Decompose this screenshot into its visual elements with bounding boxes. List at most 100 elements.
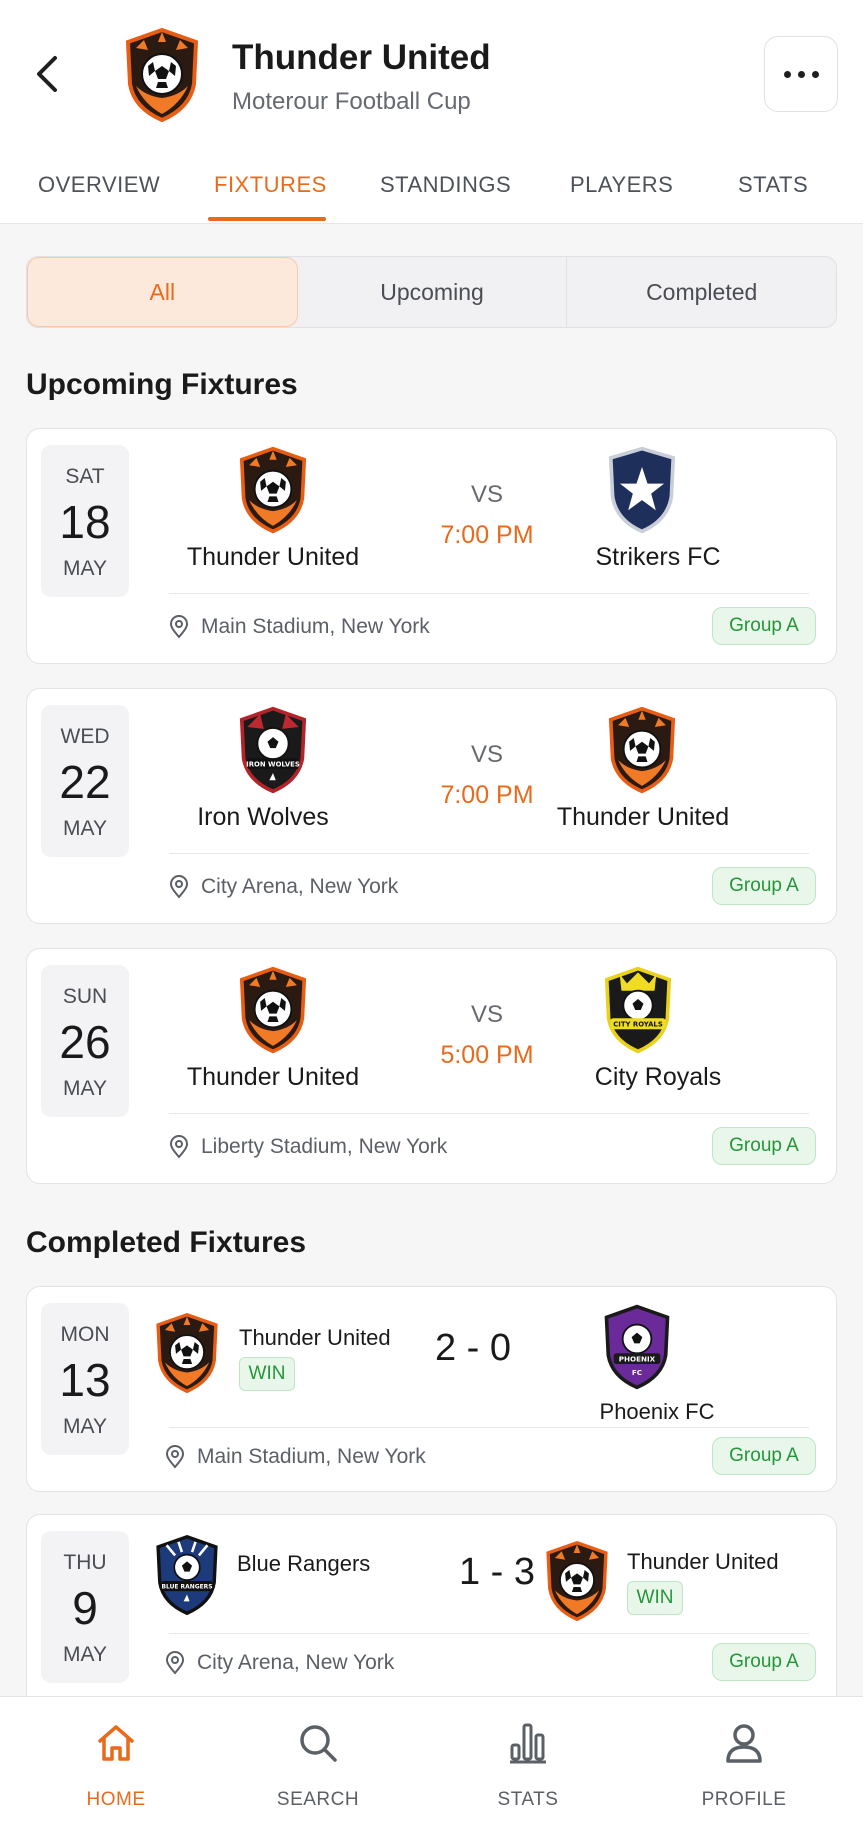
group-badge: Group A: [712, 1643, 816, 1681]
fixture-weekday: THU: [63, 1551, 107, 1574]
away-team-name: Thunder United: [556, 803, 730, 831]
blue-rangers-crest: BLUE RANGERS: [156, 1534, 218, 1616]
home-team-name: Iron Wolves: [197, 803, 329, 831]
venue: Main Stadium, New York: [165, 1445, 426, 1469]
home-team-name: Thunder United: [186, 543, 360, 571]
vs-label: VS: [470, 481, 503, 508]
fixture-weekday: WED: [60, 725, 110, 748]
venue-name: Main Stadium, New York: [201, 615, 430, 638]
team-crest-logo: [122, 26, 202, 124]
fixture-day: 26: [59, 1016, 111, 1068]
fixture-day: 9: [72, 1582, 98, 1634]
chevron-left-icon: [37, 56, 57, 92]
venue-name: Main Stadium, New York: [197, 1445, 426, 1468]
home-team-name: Blue Rangers: [237, 1551, 371, 1576]
fixture-day: 13: [59, 1354, 111, 1406]
back-button[interactable]: [26, 50, 66, 98]
fixture-month: MAY: [63, 817, 107, 840]
win-badge: WIN: [627, 1581, 683, 1615]
filter-completed-button[interactable]: Completed: [567, 257, 836, 327]
iron-wolves-crest: IRON WOLVES: [239, 706, 307, 794]
strikers-fc-crest: [608, 446, 676, 534]
result-card[interactable]: MON 13 MAY Thunder United WIN 2 - 0 PHOE…: [26, 1286, 837, 1492]
page-title: Thunder United: [232, 38, 491, 77]
card-divider: [169, 1427, 809, 1428]
upcoming-section-title: Upcoming Fixtures: [26, 368, 298, 401]
venue-name: City Arena, New York: [201, 875, 399, 898]
group-badge: Group A: [712, 607, 816, 645]
fixture-date: SUN 26 MAY: [41, 965, 129, 1117]
tab-overview[interactable]: OVERVIEW: [38, 172, 160, 198]
phoenix-crest-text: PHOENIX: [619, 1354, 656, 1363]
tab-bar: OVERVIEW FIXTURES STANDINGS PLAYERS STAT…: [0, 160, 863, 224]
fixture-card[interactable]: SAT 18 MAY Thunder United VS 7:00 PM Str…: [26, 428, 837, 664]
iron-wolves-crest-text: IRON WOLVES: [246, 761, 300, 769]
fixture-month: MAY: [63, 1077, 107, 1100]
location-pin-icon: [169, 615, 189, 639]
fixture-date: WED 22 MAY: [41, 705, 129, 857]
thunder-united-crest: [605, 705, 679, 795]
profile-icon: [726, 1724, 762, 1763]
fixture-weekday: SUN: [62, 985, 108, 1008]
card-divider: [169, 1113, 809, 1114]
fixture-card[interactable]: WED 22 MAY IRON WOLVES Iron Wolves VS 7:…: [26, 688, 837, 924]
thunder-united-crest: [236, 445, 310, 535]
fixture-card[interactable]: SUN 26 MAY Thunder United VS 5:00 PM CIT…: [26, 948, 837, 1184]
card-divider: [169, 593, 809, 594]
home-icon: [98, 1725, 134, 1761]
tab-fixtures[interactable]: FIXTURES: [214, 172, 327, 198]
tab-standings[interactable]: STANDINGS: [380, 172, 511, 198]
kickoff-time: 7:00 PM: [440, 521, 534, 549]
fixture-day: 22: [59, 756, 111, 808]
active-tab-indicator: [208, 217, 326, 221]
fixture-month: MAY: [63, 1415, 107, 1438]
away-team-name: Thunder United: [627, 1549, 779, 1574]
phoenix-fc-crest-text: FC: [632, 1368, 642, 1377]
location-pin-icon: [165, 1445, 185, 1469]
nav-stats-label: STATS: [497, 1789, 559, 1810]
bottom-navigation: HOME SEARCH STATS PROFILE: [0, 1696, 863, 1822]
card-divider: [169, 853, 809, 854]
nav-profile[interactable]: PROFILE: [654, 1697, 834, 1822]
thunder-united-crest: [543, 1539, 611, 1623]
venue: City Arena, New York: [165, 1651, 394, 1675]
fixture-day: 18: [59, 496, 111, 548]
city-royals-crest-text: CITY ROYALS: [613, 1021, 663, 1029]
home-team-name: Thunder United: [239, 1325, 391, 1350]
app-header: Thunder United Moterour Football Cup OVE…: [0, 0, 863, 224]
city-royals-crest: CITY ROYALS: [604, 966, 672, 1054]
fixture-date: THU 9 MAY: [41, 1531, 129, 1683]
phoenix-fc-crest: PHOENIX FC: [604, 1304, 670, 1390]
venue-name: Liberty Stadium, New York: [201, 1135, 448, 1158]
nav-stats[interactable]: STATS: [438, 1697, 618, 1822]
final-score: 2 - 0: [434, 1327, 512, 1369]
stats-icon: [510, 1723, 546, 1764]
thunder-united-crest: [236, 965, 310, 1055]
filter-upcoming-button[interactable]: Upcoming: [298, 257, 568, 327]
win-badge: WIN: [239, 1357, 295, 1391]
card-divider: [169, 1633, 809, 1634]
more-options-button[interactable]: [764, 36, 838, 112]
away-team-name: City Royals: [594, 1063, 722, 1091]
thunder-united-crest: [153, 1311, 221, 1395]
location-pin-icon: [169, 875, 189, 899]
location-pin-icon: [169, 1135, 189, 1159]
venue-name: City Arena, New York: [197, 1651, 395, 1674]
fixture-weekday: MON: [60, 1323, 110, 1346]
venue: Main Stadium, New York: [169, 615, 430, 639]
fixture-filter: All Upcoming Completed: [26, 256, 837, 328]
fixture-month: MAY: [63, 1643, 107, 1666]
nav-profile-label: PROFILE: [701, 1789, 787, 1810]
vs-label: VS: [470, 741, 503, 768]
fixture-month: MAY: [63, 557, 107, 580]
group-badge: Group A: [712, 867, 816, 905]
filter-all-button[interactable]: All: [27, 257, 298, 327]
tab-stats[interactable]: STATS: [738, 172, 808, 198]
nav-home[interactable]: HOME: [26, 1697, 206, 1822]
away-team-name: Strikers FC: [595, 543, 721, 571]
group-badge: Group A: [712, 1437, 816, 1475]
tab-players[interactable]: PLAYERS: [570, 172, 673, 198]
nav-home-label: HOME: [86, 1789, 146, 1810]
result-card[interactable]: THU 9 MAY BLUE RANGERS Blue Rangers 1 - …: [26, 1514, 837, 1696]
nav-search[interactable]: SEARCH: [228, 1697, 408, 1822]
